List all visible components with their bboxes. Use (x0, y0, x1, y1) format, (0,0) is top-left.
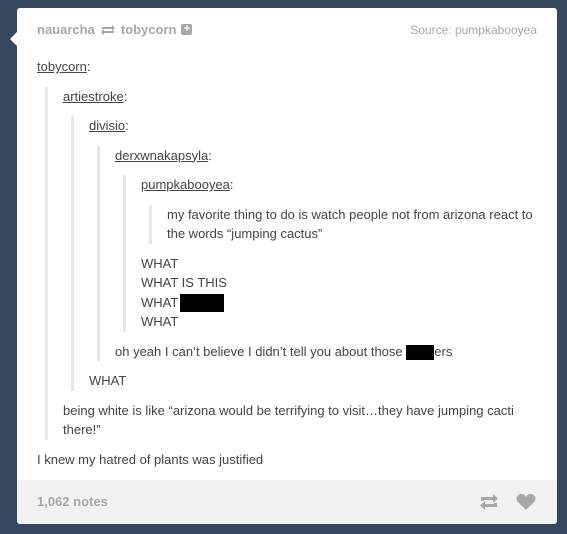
reply-line: oh yeah I can’t believe I didn’t tell yo… (115, 342, 537, 362)
reply-line: WHAT (141, 293, 537, 313)
post-body: tobycorn: artiestroke: divisio: derxwnak… (37, 57, 537, 469)
blockquote: artiestroke: divisio: derxwnakapsyla: pu… (45, 86, 537, 440)
reply-text: oh yeah I can’t believe I didn’t tell yo… (115, 343, 403, 359)
reblog-small-icon (100, 24, 116, 36)
post-header: nauarcha tobycorn + Source: pumpkabooyea (37, 22, 537, 40)
post-source[interactable]: Source: pumpkabooyea (410, 23, 537, 37)
post-card: nauarcha tobycorn + Source: pumpkabooyea… (17, 8, 557, 524)
colon: : (229, 177, 234, 192)
attribution-line: tobycorn: (37, 57, 537, 77)
username-link[interactable]: tobycorn (37, 59, 87, 74)
reply-line: WHAT (141, 255, 179, 271)
reblog-info: nauarcha tobycorn + (37, 22, 193, 37)
quote-text: my favorite thing to do is watch people … (167, 206, 533, 242)
username-link[interactable]: divisio (89, 118, 125, 133)
reply-line: WHAT (141, 314, 179, 330)
redaction-bar (180, 294, 225, 313)
blockquote: divisio: derxwnakapsyla: pumpkabooyea: m… (71, 116, 537, 391)
colon: : (125, 118, 129, 133)
username-link[interactable]: derxwnakapsyla (115, 148, 208, 163)
source-name[interactable]: pumpkabooyea (455, 23, 537, 37)
post-footer: 1,062 notes (17, 480, 557, 524)
blockquote: pumpkabooyea: my favorite thing to do is… (123, 175, 537, 332)
username-link[interactable]: pumpkabooyea (141, 177, 230, 192)
reply-line: being white is like “arizona would be te… (63, 402, 514, 438)
attribution-line: pumpkabooyea: (141, 175, 537, 195)
username-link[interactable]: artiestroke (63, 89, 124, 104)
redaction-bar (406, 344, 435, 360)
source-prefix: Source: (410, 23, 452, 37)
reblogged-from-name[interactable]: tobycorn (121, 22, 177, 37)
follow-plus-icon[interactable]: + (181, 24, 193, 35)
blockquote: derxwnakapsyla: pumpkabooyea: my favorit… (97, 145, 537, 362)
attribution-line: artiestroke: (63, 87, 537, 107)
reblog-icon[interactable] (478, 491, 500, 513)
reblogger-name[interactable]: nauarcha (37, 22, 95, 37)
heart-icon[interactable] (515, 491, 537, 513)
colon: : (123, 88, 128, 104)
reply-text: WHAT (141, 294, 179, 310)
colon: : (86, 59, 91, 74)
reply-line: WHAT (89, 373, 127, 389)
blockquote: my favorite thing to do is watch people … (149, 204, 537, 244)
attribution-line: derxwnakapsyla: (115, 146, 537, 166)
reply-text: ers (434, 343, 453, 359)
colon: : (208, 147, 212, 163)
reply-line: I knew my hatred of plants was justified (37, 451, 264, 467)
notes-count[interactable]: 1,062 notes (37, 494, 108, 509)
attribution-line: divisio: (89, 116, 537, 136)
reply-line: WHAT IS THIS (141, 275, 227, 290)
